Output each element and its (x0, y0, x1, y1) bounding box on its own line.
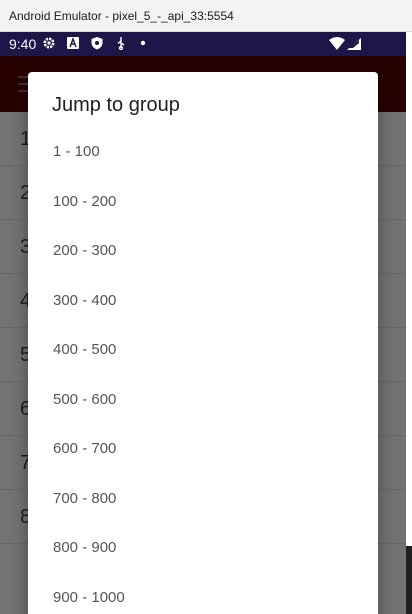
group-option-1-100[interactable]: 1 - 100 (28, 137, 378, 187)
group-option-400-500[interactable]: 400 - 500 (28, 335, 378, 385)
group-option-300-400[interactable]: 300 - 400 (28, 286, 378, 336)
group-option-700-800[interactable]: 700 - 800 (28, 484, 378, 534)
status-time: 9:40 (9, 36, 37, 52)
group-option-100-200[interactable]: 100 - 200 (28, 187, 378, 237)
shield-icon (91, 37, 103, 50)
side-panel-block (406, 546, 412, 614)
group-option-600-700[interactable]: 600 - 700 (28, 434, 378, 484)
font-a-icon (67, 37, 79, 49)
group-option-900-1000[interactable]: 900 - 1000 (28, 583, 378, 614)
status-bar: 9:40 (0, 32, 406, 56)
dot-icon (140, 40, 146, 46)
emulator-window: Android Emulator - pixel_5_-_api_33:5554… (0, 0, 412, 614)
dialog-title: Jump to group (52, 94, 180, 116)
gear-icon (43, 37, 55, 49)
wifi-icon (329, 37, 361, 50)
jump-to-group-dialog: Jump to group 1 - 100 100 - 200 200 - 30… (28, 72, 378, 614)
device-screen: 9:40 Jump to group 1 - 100 100 - 200 200… (0, 32, 406, 614)
emulator-side-panel (406, 32, 412, 614)
group-option-200-300[interactable]: 200 - 300 (28, 236, 378, 286)
group-options-list: 1 - 100 100 - 200 200 - 300 300 - 400 40… (28, 137, 378, 614)
usb-icon (117, 37, 125, 50)
group-option-800-900[interactable]: 800 - 900 (28, 533, 378, 583)
group-option-500-600[interactable]: 500 - 600 (28, 385, 378, 435)
window-titlebar: Android Emulator - pixel_5_-_api_33:5554 (0, 0, 412, 32)
